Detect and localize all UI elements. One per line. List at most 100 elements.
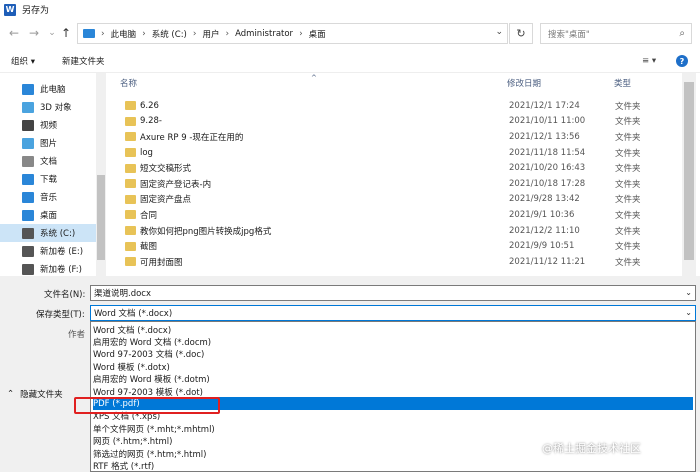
title-bar: W 另存为 bbox=[0, 0, 700, 19]
sidebar-item[interactable]: 下载 bbox=[0, 170, 100, 188]
sidebar-item[interactable]: 桌面 bbox=[0, 206, 100, 224]
file-row[interactable]: 固定资产盘点 2021/9/28 13:42 文件夹 bbox=[108, 192, 680, 208]
file-row[interactable]: 可用封面图 2021/11/12 11:21 文件夹 bbox=[108, 254, 680, 270]
file-date: 2021/10/18 17:28 bbox=[509, 178, 586, 189]
help-icon[interactable]: ? bbox=[676, 55, 688, 67]
file-row[interactable]: 6.26 2021/12/1 17:24 文件夹 bbox=[108, 98, 680, 114]
file-list-scrollbar-thumb[interactable] bbox=[684, 82, 694, 260]
breadcrumb-administrator[interactable]: Administrator bbox=[235, 29, 293, 39]
file-name: log bbox=[140, 147, 153, 158]
cube-icon bbox=[22, 101, 34, 113]
file-row[interactable]: 9.28- 2021/10/11 11:00 文件夹 bbox=[108, 114, 680, 130]
sidebar-item-label: 桌面 bbox=[40, 211, 58, 221]
column-header-type[interactable]: 类型 bbox=[614, 77, 631, 93]
picture-icon bbox=[22, 137, 34, 149]
sidebar-item-label: 新加卷 (F:) bbox=[40, 265, 82, 275]
sidebar-item[interactable]: 3D 对象 bbox=[0, 98, 100, 116]
savetype-option[interactable]: 启用宏的 Word 模板 (*.dotm) bbox=[93, 373, 693, 386]
folder-icon bbox=[125, 163, 136, 173]
column-header-date[interactable]: 修改日期 bbox=[507, 77, 541, 93]
file-name: 6.26 bbox=[140, 100, 159, 111]
savetype-label: 保存类型(T): bbox=[36, 310, 85, 320]
sidebar-item[interactable]: 文档 bbox=[0, 152, 100, 170]
back-arrow-icon[interactable]: ← bbox=[6, 25, 22, 41]
file-date: 2021/9/1 10:36 bbox=[509, 209, 575, 220]
file-date: 2021/11/18 11:54 bbox=[509, 147, 586, 158]
folder-icon bbox=[125, 226, 136, 236]
sidebar-item[interactable]: 音乐 bbox=[0, 188, 100, 206]
folder-icon bbox=[125, 132, 136, 142]
breadcrumb-desktop[interactable]: 桌面 bbox=[309, 28, 326, 40]
file-row[interactable]: log 2021/11/18 11:54 文件夹 bbox=[108, 145, 680, 161]
drive-icon bbox=[22, 263, 34, 275]
file-row[interactable]: 教你如何把png图片转换成jpg格式 2021/12/2 11:10 文件夹 bbox=[108, 223, 680, 239]
file-date: 2021/11/12 11:21 bbox=[509, 256, 586, 267]
chevron-right-icon: › bbox=[101, 28, 105, 39]
search-input[interactable]: 搜索"桌面" ⌕ bbox=[540, 23, 692, 44]
sidebar-item[interactable]: 系统 (C:) bbox=[0, 224, 100, 242]
sidebar-item[interactable]: 新加卷 (E:) bbox=[0, 242, 100, 260]
organize-menu[interactable]: 组织 ▾ bbox=[11, 55, 35, 67]
file-type: 文件夹 bbox=[615, 101, 641, 112]
breadcrumb-this-pc[interactable]: 此电脑 bbox=[111, 28, 137, 40]
pc-icon bbox=[83, 29, 95, 38]
sidebar-item-label: 下载 bbox=[40, 175, 58, 185]
chevron-down-icon[interactable]: ⌄ bbox=[495, 27, 503, 37]
search-placeholder: 搜索"桌面" bbox=[548, 29, 590, 40]
savetype-select[interactable]: Word 文档 (*.docx) ⌄ bbox=[90, 305, 696, 321]
sidebar-item-label: 此电脑 bbox=[40, 85, 66, 95]
file-row[interactable]: Axure RP 9 -现在正在用的 2021/12/1 13:56 文件夹 bbox=[108, 129, 680, 145]
hide-folders-button[interactable]: ⌃ 隐藏文件夹 bbox=[7, 388, 63, 400]
file-date: 2021/10/11 11:00 bbox=[509, 116, 586, 127]
file-name: 固定资产登记表-内 bbox=[140, 179, 212, 190]
savetype-option[interactable]: RTF 格式 (*.rtf) bbox=[93, 459, 693, 472]
sidebar-scrollbar-thumb[interactable] bbox=[97, 175, 105, 260]
watermark: @稀土掘金技术社区 bbox=[542, 442, 641, 455]
file-type: 文件夹 bbox=[615, 257, 641, 268]
up-arrow-icon[interactable]: ↑ bbox=[58, 25, 74, 41]
savetype-option[interactable]: Word 模板 (*.dotx) bbox=[93, 360, 693, 373]
drive-icon bbox=[22, 245, 34, 257]
sidebar-item-label: 3D 对象 bbox=[40, 103, 72, 113]
file-type: 文件夹 bbox=[615, 132, 641, 143]
savetype-option[interactable]: 启用宏的 Word 文档 (*.docm) bbox=[93, 335, 693, 348]
chevron-up-icon: ⌃ bbox=[7, 389, 15, 399]
file-type: 文件夹 bbox=[615, 242, 641, 253]
savetype-option[interactable]: Word 97-2003 文档 (*.doc) bbox=[93, 348, 693, 361]
sidebar-item-label: 系统 (C:) bbox=[40, 229, 76, 239]
address-bar[interactable]: › 此电脑 › 系统 (C:) › 用户 › Administrator › 桌… bbox=[77, 23, 508, 44]
filename-field[interactable]: 渠道说明.docx ⌄ bbox=[90, 285, 696, 301]
sidebar-item[interactable]: 图片 bbox=[0, 134, 100, 152]
file-row[interactable]: 合同 2021/9/1 10:36 文件夹 bbox=[108, 207, 680, 223]
sidebar-item[interactable]: 视频 bbox=[0, 116, 100, 134]
savetype-value: Word 文档 (*.docx) bbox=[94, 309, 173, 319]
chevron-right-icon: › bbox=[142, 28, 146, 39]
savetype-option[interactable]: 单个文件网页 (*.mht;*.mhtml) bbox=[93, 422, 693, 435]
file-name: 截图 bbox=[140, 242, 158, 253]
file-type: 文件夹 bbox=[615, 148, 641, 159]
chevron-down-icon[interactable]: ⌄ bbox=[685, 288, 692, 297]
forward-arrow-icon[interactable]: → bbox=[26, 25, 42, 41]
file-date: 2021/10/20 16:43 bbox=[509, 163, 586, 174]
new-folder-button[interactable]: 新建文件夹 bbox=[62, 55, 105, 67]
savetype-option[interactable]: Word 文档 (*.docx) bbox=[93, 323, 693, 336]
sidebar-item[interactable]: 此电脑 bbox=[0, 80, 100, 98]
chevron-down-icon[interactable]: ⌄ bbox=[685, 308, 692, 317]
file-date: 2021/9/9 10:51 bbox=[509, 241, 575, 252]
file-row[interactable]: 截图 2021/9/9 10:51 文件夹 bbox=[108, 238, 680, 254]
file-name: 合同 bbox=[140, 210, 158, 221]
refresh-button[interactable]: ↻ bbox=[509, 23, 533, 44]
file-type: 文件夹 bbox=[615, 179, 641, 190]
toolbar: 组织 ▾ 新建文件夹 ≡ ▾ ? bbox=[0, 51, 700, 71]
file-row[interactable]: 固定资产登记表-内 2021/10/18 17:28 文件夹 bbox=[108, 176, 680, 192]
view-options-icon[interactable]: ≡ ▾ bbox=[642, 56, 656, 66]
breadcrumb-drive-c[interactable]: 系统 (C:) bbox=[152, 28, 187, 40]
file-name: 9.28- bbox=[140, 116, 162, 127]
folder-icon bbox=[125, 101, 136, 111]
file-date: 2021/12/1 13:56 bbox=[509, 131, 580, 142]
file-row[interactable]: 短文交稿形式 2021/10/20 16:43 文件夹 bbox=[108, 160, 680, 176]
column-header-name[interactable]: 名称 bbox=[120, 77, 137, 93]
video-icon bbox=[22, 119, 34, 131]
breadcrumb-users[interactable]: 用户 bbox=[202, 28, 219, 40]
sidebar-item-label: 音乐 bbox=[40, 193, 58, 203]
